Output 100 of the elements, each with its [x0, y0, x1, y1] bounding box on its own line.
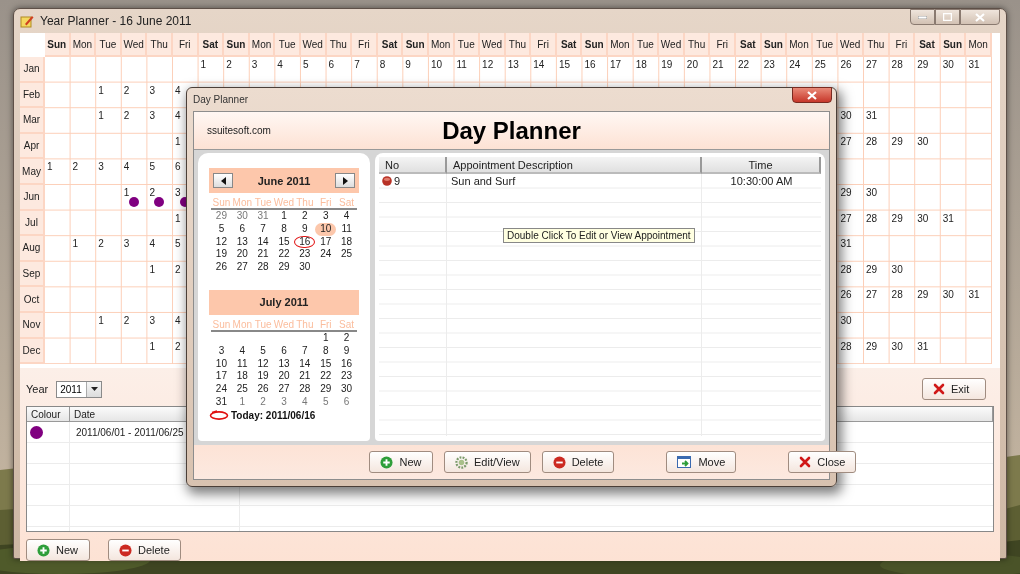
- calendar-day[interactable]: 21: [294, 370, 316, 384]
- calendar-day[interactable]: 18: [231, 370, 253, 384]
- calendar-day[interactable]: 2: [336, 332, 357, 345]
- calendar-day[interactable]: 25: [336, 248, 357, 262]
- calendar-day[interactable]: 26: [211, 261, 232, 274]
- calendar-day[interactable]: 12: [211, 235, 232, 249]
- weekday-header: Mon: [608, 33, 634, 57]
- calendar-day[interactable]: 1: [315, 332, 337, 345]
- weekday-label: Sat: [338, 319, 356, 330]
- close-button[interactable]: Close: [788, 451, 857, 473]
- calendar-day[interactable]: 30: [231, 210, 253, 223]
- calendar-day[interactable]: 23: [294, 248, 316, 262]
- day-number: 6: [328, 59, 335, 70]
- calendar-day[interactable]: 27: [273, 383, 295, 396]
- calendar-day[interactable]: 6: [336, 395, 357, 409]
- calendar-day[interactable]: 22: [315, 370, 337, 384]
- day-number: 2: [226, 59, 232, 70]
- calendar-day[interactable]: 31: [211, 395, 232, 409]
- day-number: 27: [866, 289, 878, 301]
- calendar-day[interactable]: 3: [273, 395, 295, 409]
- weekday-label: Sun: [211, 197, 232, 208]
- prev-month-button[interactable]: [213, 173, 233, 188]
- calendar-day[interactable]: 29: [273, 261, 295, 274]
- day-number: 5: [149, 161, 155, 173]
- calendar-day[interactable]: 3: [211, 344, 232, 358]
- calendar-day[interactable]: 13: [273, 357, 295, 371]
- close-button[interactable]: [960, 9, 1000, 25]
- calendar-day[interactable]: 2: [294, 210, 316, 223]
- exit-button[interactable]: Exit: [922, 378, 986, 401]
- month-label: Feb: [20, 82, 45, 109]
- calendar-day[interactable]: 17: [211, 370, 232, 384]
- day-number: 31: [968, 289, 980, 301]
- calendar-day[interactable]: 24: [315, 248, 337, 262]
- calendar-day[interactable]: 24: [211, 383, 232, 396]
- calendar-day[interactable]: 25: [231, 383, 253, 396]
- calendar-day[interactable]: 19: [252, 370, 274, 384]
- calendar-day[interactable]: 11: [336, 222, 357, 236]
- calendar-day[interactable]: 7: [294, 344, 316, 358]
- new-button[interactable]: New: [369, 451, 433, 473]
- calendar-day[interactable]: 20: [231, 248, 253, 262]
- calendar-day[interactable]: 9: [336, 344, 357, 358]
- calendar-day[interactable]: 5: [252, 344, 274, 358]
- calendar-day[interactable]: 7: [252, 222, 274, 236]
- edit-button[interactable]: Edit/View: [444, 451, 531, 473]
- calendar-day[interactable]: 5: [211, 222, 232, 236]
- calendar-day[interactable]: 17: [315, 235, 337, 249]
- calendar-day[interactable]: 26: [252, 383, 274, 396]
- calendar-day[interactable]: 11: [231, 357, 253, 371]
- calendar-day[interactable]: 14: [252, 235, 274, 249]
- calendar-day[interactable]: 30: [336, 383, 357, 396]
- calendar-day[interactable]: 8: [273, 222, 295, 236]
- calendar-day[interactable]: 28: [294, 383, 316, 396]
- calendar-day[interactable]: 29: [315, 383, 337, 396]
- calendar-day[interactable]: 6: [231, 222, 253, 236]
- calendar-day[interactable]: 21: [252, 248, 274, 262]
- calendar-day[interactable]: 6: [273, 344, 295, 358]
- delete-button[interactable]: Delete: [108, 539, 181, 562]
- calendar-day[interactable]: 19: [211, 248, 232, 262]
- next-month-button[interactable]: [335, 173, 355, 188]
- maximize-button[interactable]: [935, 9, 960, 25]
- delete-button[interactable]: Delete: [541, 451, 615, 473]
- day-number: 2: [98, 238, 104, 250]
- calendar-day[interactable]: 14: [294, 357, 316, 371]
- calendar-day[interactable]: 5: [315, 395, 337, 409]
- calendar-day[interactable]: 13: [231, 235, 253, 249]
- day-number: 5: [174, 238, 181, 250]
- move-button[interactable]: Move: [666, 451, 737, 473]
- calendar-day[interactable]: 20: [273, 370, 295, 384]
- day-number: 1: [47, 161, 53, 173]
- calendar-day[interactable]: 1: [273, 210, 295, 223]
- calendar-day[interactable]: 16: [336, 357, 357, 371]
- calendar-day[interactable]: 23: [336, 370, 357, 384]
- calendar-day[interactable]: 4: [336, 210, 357, 223]
- new-button[interactable]: New: [26, 539, 90, 562]
- calendar-day[interactable]: 10: [211, 357, 232, 371]
- calendar-day[interactable]: 29: [211, 210, 232, 223]
- calendar-day[interactable]: 12: [252, 357, 274, 371]
- weekday-label: Sat: [338, 197, 356, 208]
- calendar-day[interactable]: 8: [315, 344, 337, 358]
- calendar-day[interactable]: 9: [294, 222, 316, 236]
- day-number: 3: [123, 238, 130, 250]
- day-number: 2: [174, 340, 181, 352]
- calendar-day[interactable]: 4: [294, 395, 316, 409]
- calendar-day[interactable]: 10: [315, 222, 337, 236]
- calendar-day[interactable]: 31: [252, 210, 274, 223]
- calendar-day[interactable]: 27: [231, 261, 253, 274]
- calendar-day[interactable]: 30: [294, 261, 316, 274]
- calendar-day[interactable]: 28: [252, 261, 274, 274]
- close-button[interactable]: [792, 87, 832, 103]
- calendar-day[interactable]: 22: [273, 248, 295, 262]
- calendar-day[interactable]: 15: [273, 235, 295, 249]
- calendar-day[interactable]: 15: [315, 357, 337, 371]
- calendar-day[interactable]: 1: [231, 395, 253, 409]
- calendar-day[interactable]: 4: [231, 344, 253, 358]
- year-dropdown[interactable]: 2011: [56, 380, 103, 398]
- calendar-day[interactable]: 3: [315, 210, 337, 223]
- month-label: Dec: [20, 338, 45, 365]
- calendar-day[interactable]: 2: [252, 395, 274, 409]
- calendar-day[interactable]: 18: [336, 235, 357, 249]
- minimize-button[interactable]: [910, 9, 935, 25]
